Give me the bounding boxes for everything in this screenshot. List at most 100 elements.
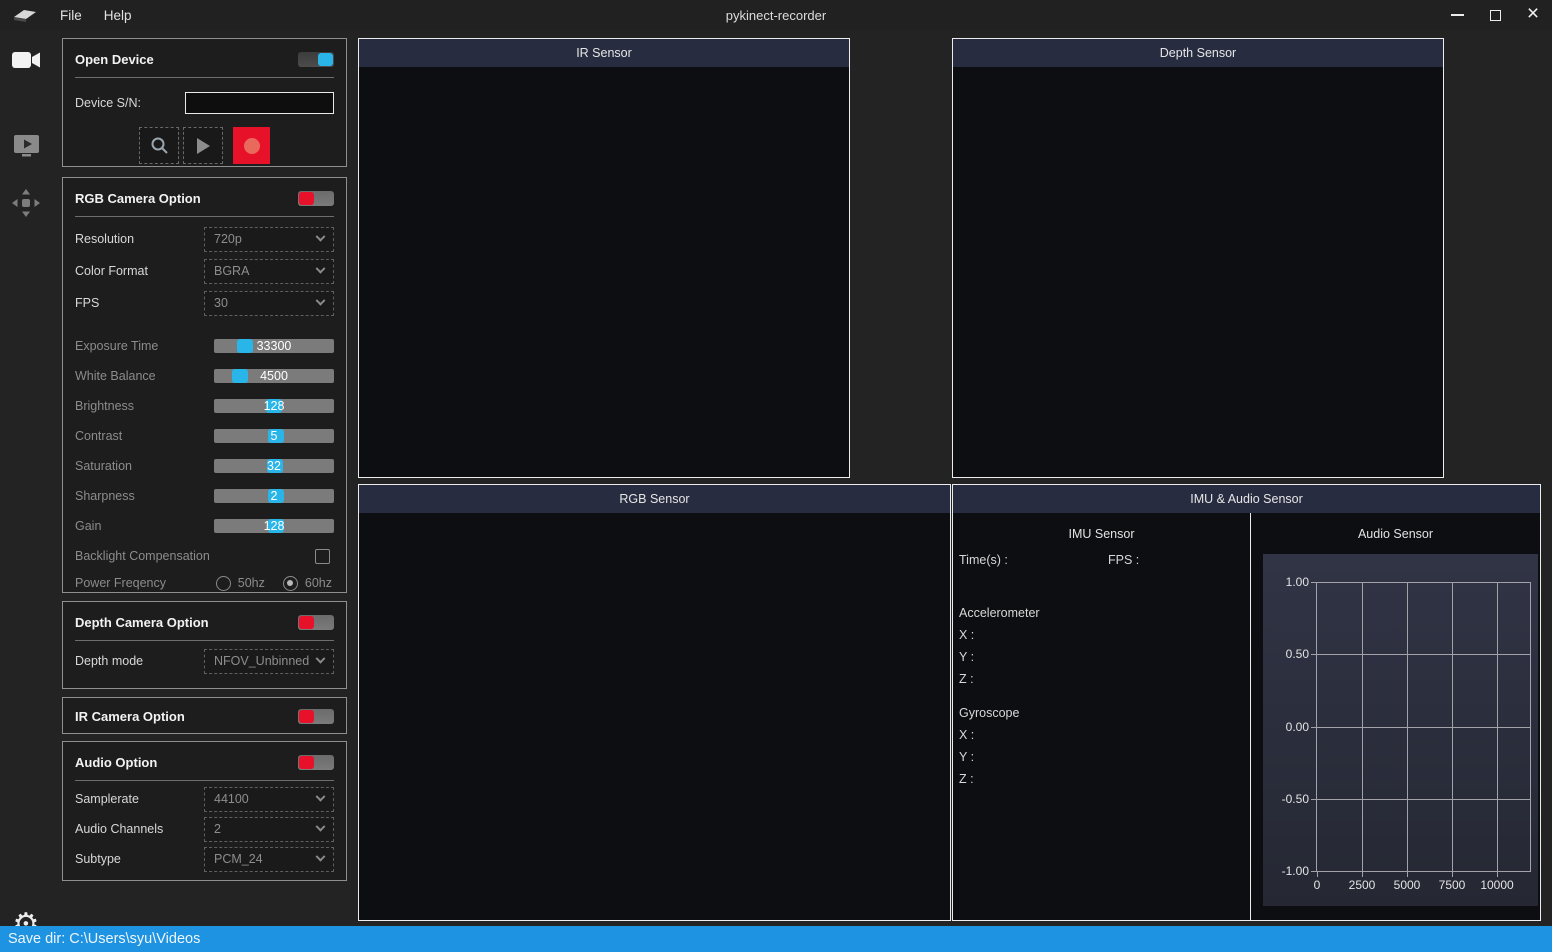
contrast-slider[interactable]: 5: [214, 429, 334, 443]
close-button[interactable]: [1514, 0, 1552, 30]
y-tick: [1311, 654, 1317, 655]
ir-sensor-header: IR Sensor: [359, 39, 849, 67]
brightness-slider[interactable]: 128: [214, 399, 334, 413]
gridline: [1362, 582, 1363, 871]
color-format-value: BGRA: [214, 264, 249, 278]
slider-value: 33300: [214, 339, 334, 353]
depth-sensor-viewport: Depth Sensor: [952, 38, 1444, 478]
accel-x-label: X :: [959, 628, 974, 642]
x-tick: [1362, 871, 1363, 877]
open-device-title: Open Device: [75, 52, 154, 67]
chevron-down-icon: [316, 851, 326, 861]
y-tick-label: -1.00: [1282, 864, 1309, 878]
y-tick-label: 0.50: [1286, 647, 1309, 661]
white-balance-slider[interactable]: 4500: [214, 369, 334, 383]
fps-label: FPS :: [1108, 553, 1139, 567]
saturation-slider[interactable]: 32: [214, 459, 334, 473]
power-60hz-label: 60hz: [305, 576, 332, 590]
rgb-sensor-title: RGB Sensor: [619, 492, 689, 506]
rgb-camera-toggle[interactable]: [298, 191, 334, 206]
y-tick-label: 1.00: [1286, 575, 1309, 589]
toggle-knob: [318, 53, 333, 66]
chevron-down-icon: [316, 263, 326, 273]
ir-camera-toggle[interactable]: [298, 709, 334, 724]
toggle-knob: [299, 192, 314, 205]
rgb-camera-section: RGB Camera Option Resolution 720p Color …: [62, 177, 347, 593]
device-sn-input[interactable]: [185, 92, 334, 114]
contrast-label: Contrast: [75, 429, 122, 443]
audio-option-title: Audio Option: [75, 755, 157, 770]
samplerate-dropdown[interactable]: 44100: [204, 787, 334, 812]
resolution-value: 720p: [214, 232, 242, 246]
slider-value: 32: [214, 459, 334, 473]
color-format-dropdown[interactable]: BGRA: [204, 259, 334, 284]
window-title: pykinect-recorder: [0, 8, 1552, 23]
audio-option-toggle[interactable]: [298, 755, 334, 770]
divider: [75, 77, 334, 78]
audio-channels-value: 2: [214, 822, 221, 836]
depth-camera-toggle[interactable]: [298, 615, 334, 630]
device-sn-label: Device S/N:: [75, 96, 141, 110]
depth-camera-section: Depth Camera Option Depth mode NFOV_Unbi…: [62, 601, 347, 689]
open-device-toggle[interactable]: [298, 52, 334, 67]
white-balance-label: White Balance: [75, 369, 156, 383]
saturation-label: Saturation: [75, 459, 132, 473]
title-bar: File Help pykinect-recorder: [0, 0, 1552, 30]
play-device-button[interactable]: [183, 127, 223, 164]
fps-label: FPS: [75, 296, 99, 310]
y-tick: [1311, 582, 1317, 583]
status-bar: Save dir: C:\Users\syu\Videos: [0, 926, 1552, 952]
maximize-button[interactable]: [1476, 0, 1514, 30]
record-button[interactable]: [233, 127, 270, 164]
power-50hz-radio[interactable]: 50hz: [216, 576, 265, 591]
imu-audio-title: IMU & Audio Sensor: [1190, 492, 1303, 506]
power-50hz-label: 50hz: [238, 576, 265, 590]
gain-slider[interactable]: 128: [214, 519, 334, 533]
menu-file[interactable]: File: [60, 8, 82, 23]
divider: [75, 216, 334, 217]
rgb-camera-title: RGB Camera Option: [75, 191, 201, 206]
subtype-dropdown[interactable]: PCM_24: [204, 847, 334, 872]
resolution-label: Resolution: [75, 232, 134, 246]
ir-camera-section: IR Camera Option: [62, 697, 347, 734]
gridline: [1317, 654, 1530, 655]
imu-audio-viewport: IMU & Audio Sensor IMU Sensor Time(s) : …: [952, 484, 1541, 921]
gyro-x-label: X :: [959, 728, 974, 742]
exposure-time-slider[interactable]: 33300: [214, 339, 334, 353]
power-60hz-radio[interactable]: 60hz: [283, 576, 332, 591]
audio-channels-label: Audio Channels: [75, 822, 163, 836]
slider-value: 128: [214, 519, 334, 533]
maximize-icon: [1490, 10, 1501, 21]
samplerate-value: 44100: [214, 792, 249, 806]
fps-dropdown[interactable]: 30: [204, 291, 334, 316]
gridline: [1452, 582, 1453, 871]
depth-mode-label: Depth mode: [75, 654, 143, 668]
depth-mode-dropdown[interactable]: NFOV_Unbinned: [204, 649, 334, 674]
search-device-button[interactable]: [139, 127, 179, 164]
gridline: [1497, 582, 1498, 871]
gridline: [1407, 582, 1408, 871]
exposure-time-label: Exposure Time: [75, 339, 158, 353]
fps-value: 30: [214, 296, 228, 310]
menu-help[interactable]: Help: [104, 8, 132, 23]
gridline: [1317, 799, 1530, 800]
sharpness-slider[interactable]: 2: [214, 489, 334, 503]
backlight-compensation-checkbox[interactable]: [315, 549, 330, 564]
x-tick-label: 7500: [1439, 878, 1466, 892]
divider: [75, 780, 334, 781]
divider: [75, 640, 334, 641]
audio-channels-dropdown[interactable]: 2: [204, 817, 334, 842]
gridline: [1317, 582, 1530, 583]
accel-z-label: Z :: [959, 672, 974, 686]
gyro-z-label: Z :: [959, 772, 974, 786]
x-tick: [1497, 871, 1498, 877]
minimize-button[interactable]: [1438, 0, 1476, 30]
minimize-icon: [1451, 14, 1464, 16]
resolution-dropdown[interactable]: 720p: [204, 227, 334, 252]
move-arrows-icon: [11, 188, 41, 218]
record-view-button[interactable]: [0, 48, 52, 72]
playback-view-button[interactable]: [0, 133, 52, 158]
3d-view-button[interactable]: [0, 188, 52, 218]
left-toolbar: [0, 30, 52, 926]
y-tick-label: -0.50: [1282, 792, 1309, 806]
